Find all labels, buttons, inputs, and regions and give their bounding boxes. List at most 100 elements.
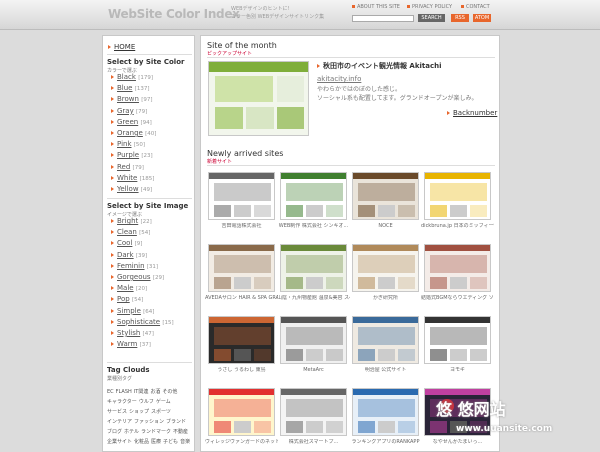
site-thumbnail[interactable] — [208, 172, 275, 220]
tag-link[interactable]: ブランド — [166, 417, 186, 427]
site-caption[interactable]: ヴィレッジヴァンガードのネット通販 — [205, 439, 278, 445]
sidebar-item-brown[interactable]: Brown [97] — [103, 94, 194, 105]
site-caption[interactable]: ヨモギ — [421, 367, 494, 373]
rss-button[interactable]: RSS — [451, 14, 469, 22]
bullet-icon — [461, 5, 464, 8]
sidebar-item-cool[interactable]: Cool [9] — [103, 238, 194, 249]
tag-link[interactable]: 化粧品 — [134, 437, 149, 447]
sidebar-item-orange[interactable]: Orange [40] — [103, 128, 194, 139]
tag-link[interactable]: EC — [107, 387, 114, 397]
tag-link[interactable]: ブログ — [107, 427, 122, 437]
sidebar-item-gray[interactable]: Gray [79] — [103, 106, 194, 117]
tag-link[interactable]: キャラクター — [107, 397, 137, 407]
site-thumbnail[interactable] — [208, 244, 275, 292]
search-button[interactable]: SEARCH — [418, 14, 445, 22]
search-input[interactable] — [352, 15, 414, 22]
tag-cloud: EC FLASH IT関連 お酒 その他キャラクター ウルフ ゲームサービス ショップ スポーツ… — [107, 387, 193, 447]
tag-link[interactable]: ランドマーク — [141, 427, 171, 437]
site-caption[interactable]: 吉田電話株式会社 — [205, 223, 278, 229]
site-thumbnail[interactable] — [352, 388, 419, 436]
sidebar-item-simple[interactable]: Simple [64] — [103, 306, 194, 317]
featured-thumbnail[interactable] — [208, 61, 309, 136]
sidebar-item-male[interactable]: Male [20] — [103, 283, 194, 294]
sidebar-item-stylish[interactable]: Stylish [47] — [103, 328, 194, 339]
tag-link[interactable]: 子ども — [163, 437, 178, 447]
sidebar-item-label: Stylish — [117, 328, 141, 337]
sidebar-item-pink[interactable]: Pink [50] — [103, 139, 194, 150]
tag-link[interactable]: IT関連 — [134, 387, 149, 397]
thumb-hero — [430, 183, 487, 201]
tag-link[interactable]: サービス — [107, 407, 127, 417]
thumb-block — [286, 421, 303, 433]
nav-about[interactable]: ABOUT THIS SITE — [352, 4, 400, 10]
atom-button[interactable]: ATOM — [473, 14, 491, 22]
site-caption[interactable]: AVEDAサロン HAIR & SPA GRACE(グレイス) — [205, 295, 278, 301]
site-caption[interactable]: 明治屋 公式サイト — [349, 367, 422, 373]
tag-link[interactable]: ショップ — [129, 407, 149, 417]
tag-link[interactable]: 不動産 — [173, 427, 188, 437]
sidebar-item-dark[interactable]: Dark [39] — [103, 250, 194, 261]
site-thumbnail[interactable] — [424, 244, 491, 292]
featured-url[interactable]: akitacity.info — [317, 75, 361, 83]
sidebar-item-feminin[interactable]: Feminin [31] — [103, 261, 194, 272]
sidebar-item-pop[interactable]: Pop [54] — [103, 294, 194, 305]
site-thumbnail[interactable] — [208, 388, 275, 436]
sidebar-item-clean[interactable]: Clean [54] — [103, 227, 194, 238]
sidebar-item-blue[interactable]: Blue [137] — [103, 83, 194, 94]
site-caption[interactable]: うさし うるわし 東島 — [205, 367, 278, 373]
site-caption[interactable]: dickbruna.jp 日本のミッフィー情報サイト — [421, 223, 494, 229]
sidebar-item-green[interactable]: Green [94] — [103, 117, 194, 128]
sidebar-item-label: Purple — [117, 151, 140, 160]
tag-link[interactable]: 企業サイト — [107, 437, 132, 447]
featured-subheading: ピックアップサイト — [207, 51, 253, 57]
site-caption[interactable]: 山陰・九州物産館 温泉&美容 スペシャルサイト — [277, 295, 350, 301]
thumb-hero — [286, 399, 343, 417]
sidebar-item-yellow[interactable]: Yellow [49] — [103, 184, 194, 195]
tag-link[interactable]: お酒 — [150, 387, 160, 397]
backnumber-link[interactable]: Backnumber — [447, 109, 497, 117]
site-thumbnail[interactable] — [352, 316, 419, 364]
sidebar-item-gorgeous[interactable]: Gorgeous [29] — [103, 272, 194, 283]
site-caption[interactable]: ランキングアプリのRANKAPP — [349, 439, 422, 445]
sidebar-item-sophisticate[interactable]: Sophisticate [15] — [103, 317, 194, 328]
home-link[interactable]: HOME — [108, 43, 135, 51]
tag-link[interactable]: ウルフ — [139, 397, 154, 407]
featured-title[interactable]: 秋田市のイベント観光情報 Akitachi — [317, 61, 442, 71]
sidebar-item-warm[interactable]: Warm [37] — [103, 339, 194, 350]
site-caption[interactable]: WEB制作 株式会社 シンキオ... — [277, 223, 350, 229]
tag-link[interactable]: ゲーム — [156, 397, 171, 407]
site-thumbnail[interactable] — [280, 244, 347, 292]
site-caption[interactable]: なやせんかたまいっ... — [421, 439, 494, 445]
site-thumbnail[interactable] — [352, 172, 419, 220]
site-thumbnail[interactable] — [424, 316, 491, 364]
thumb-hero — [358, 183, 415, 201]
tag-link[interactable]: FLASH — [116, 387, 132, 397]
site-thumbnail[interactable] — [280, 172, 347, 220]
site-caption[interactable]: 結婚式BGMならウエディング ソング.com — [421, 295, 494, 301]
sidebar-item-white[interactable]: White [185] — [103, 173, 194, 184]
nav-privacy[interactable]: PRIVACY POLICY — [407, 4, 452, 10]
tag-link[interactable]: 音楽 — [180, 437, 190, 447]
tag-link[interactable]: インテリア — [107, 417, 132, 427]
site-thumbnail[interactable] — [424, 172, 491, 220]
sidebar-item-bright[interactable]: Bright [22] — [103, 216, 194, 227]
arrow-icon — [111, 274, 114, 279]
tag-link[interactable]: ホテル — [124, 427, 139, 437]
site-thumbnail[interactable] — [208, 316, 275, 364]
site-caption[interactable]: 株式会社スマートブ... — [277, 439, 350, 445]
site-thumbnail[interactable] — [280, 316, 347, 364]
site-thumbnail[interactable] — [352, 244, 419, 292]
sidebar-item-black[interactable]: Black [179] — [103, 72, 194, 83]
tag-link[interactable]: スポーツ — [151, 407, 171, 417]
nav-contact[interactable]: CONTACT — [461, 4, 490, 10]
site-caption[interactable]: かぎ研究所 — [349, 295, 422, 301]
site-caption[interactable]: MetaArc — [277, 367, 350, 373]
sidebar-item-purple[interactable]: Purple [23] — [103, 150, 194, 161]
tag-link[interactable]: その他 — [162, 387, 177, 397]
site-logo[interactable]: WebSite Color Index — [108, 7, 240, 21]
sidebar-item-red[interactable]: Red [79] — [103, 162, 194, 173]
tag-link[interactable]: ファッション — [134, 417, 164, 427]
tag-link[interactable]: 医療 — [151, 437, 161, 447]
site-thumbnail[interactable] — [280, 388, 347, 436]
site-caption[interactable]: NOCE — [349, 223, 422, 229]
